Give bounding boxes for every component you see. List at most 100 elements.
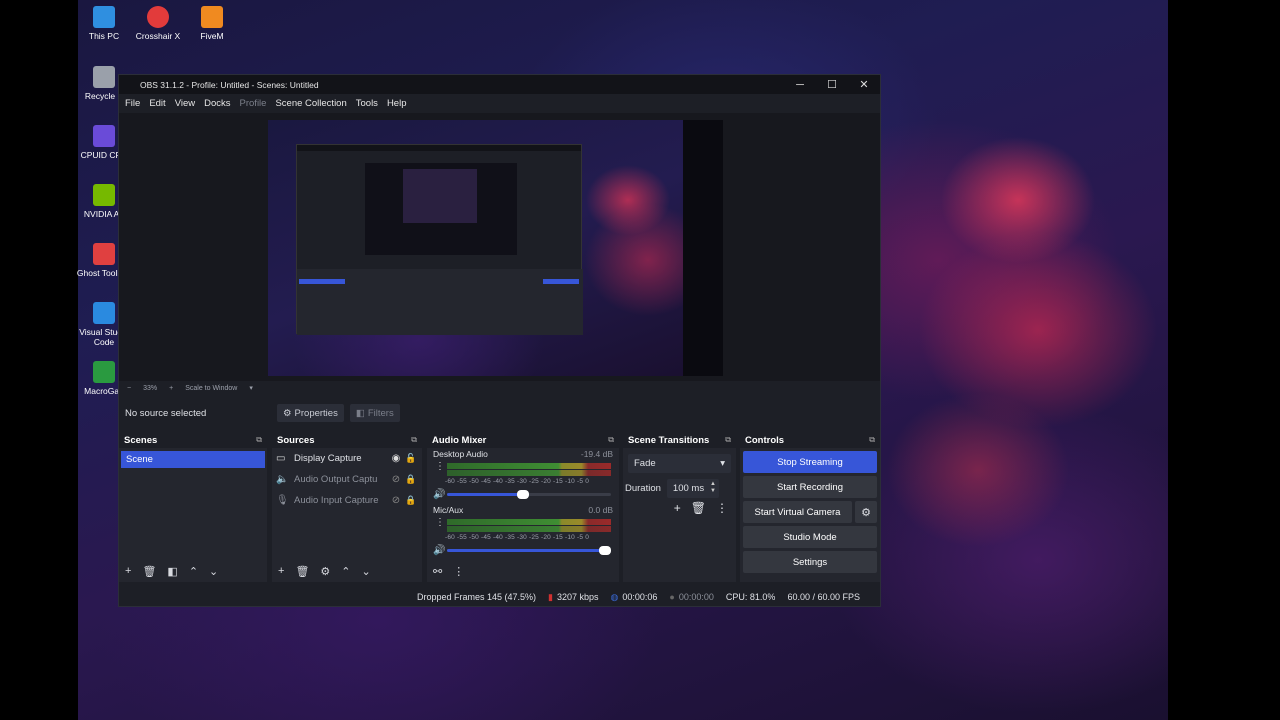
speaker-icon[interactable]: 🔊 — [433, 545, 445, 556]
add-icon[interactable]: + — [278, 565, 284, 577]
menu-edit[interactable]: Edit — [149, 98, 165, 109]
eye-icon[interactable]: ◉ — [388, 453, 404, 464]
menu-tools[interactable]: Tools — [356, 98, 378, 109]
float-dock-icon[interactable]: ⧉ — [608, 435, 614, 445]
stop-streaming-button[interactable]: Stop Streaming — [743, 451, 877, 473]
eye-hidden-icon[interactable]: ⊘ — [388, 474, 404, 485]
close-button[interactable]: ✕ — [848, 75, 880, 94]
maximize-button[interactable]: ☐ — [816, 75, 848, 94]
volume-meter — [447, 463, 611, 469]
channel-name: Mic/Aux — [433, 505, 464, 515]
menu-docks[interactable]: Docks — [204, 98, 230, 109]
trash-icon[interactable]: 🗑 — [691, 501, 706, 515]
dock-title: Controls — [745, 434, 785, 446]
scenes-dock: Scenes ⧉ Scene + 🗑 ◧ ⌃ ⌄ — [119, 432, 267, 582]
add-icon[interactable]: + — [125, 565, 131, 577]
recycle-bin-icon — [93, 66, 115, 88]
scene-transitions-dock: Scene Transitions ⧉ Fade ▾ Duration 100 … — [623, 432, 736, 582]
more-options-icon[interactable]: ⋮ — [435, 461, 445, 472]
bitrate: 3207 kbps — [556, 592, 599, 602]
speaker-icon: 🔈 — [276, 474, 289, 485]
gear-icon[interactable]: ⚙ — [320, 565, 330, 578]
zoom-out-button[interactable]: − — [127, 385, 131, 392]
menu-help[interactable]: Help — [387, 98, 407, 109]
audio-mixer-dock: Audio Mixer ⧉ Desktop Audio -19.4 dB ⋮ -… — [427, 432, 619, 582]
float-dock-icon[interactable]: ⧉ — [725, 435, 731, 445]
nested-obs-capture — [296, 144, 583, 335]
settings-button[interactable]: Settings — [743, 551, 877, 573]
scene-item[interactable]: Scene — [121, 451, 265, 468]
start-recording-button[interactable]: Start Recording — [743, 476, 877, 498]
studio-mode-button[interactable]: Studio Mode — [743, 526, 877, 548]
more-options-icon[interactable]: ⋮ — [453, 565, 464, 578]
menu-file[interactable]: File — [125, 98, 140, 109]
stream-time: 00:00:06 — [622, 592, 658, 602]
mixer-channel-mic-aux: Mic/Aux 0.0 dB ⋮ -60 -55 -50 -45 -40 -35… — [427, 504, 619, 560]
scale-mode-dropdown[interactable]: Scale to Window — [185, 385, 237, 392]
desktop-icon-this-pc[interactable]: This PC — [74, 6, 134, 41]
chevron-down-icon[interactable]: ⌄ — [209, 565, 218, 578]
zoom-in-button[interactable]: + — [169, 385, 173, 392]
trash-icon[interactable]: 🗑 — [295, 565, 309, 578]
properties-button[interactable]: ⚙ Properties — [277, 404, 344, 422]
controls-dock: Controls ⧉ Stop Streaming Start Recordin… — [740, 432, 880, 582]
filter-icon[interactable]: ◧ — [167, 565, 177, 578]
add-icon[interactable]: + — [674, 501, 681, 515]
gear-icon: ⚙ — [283, 407, 292, 419]
title-bar[interactable]: OBS 31.1.2 - Profile: Untitled - Scenes:… — [119, 75, 880, 94]
nvidia-icon — [93, 184, 115, 206]
monitor-icon: ▭ — [276, 453, 286, 464]
properties-label: Properties — [294, 407, 338, 419]
volume-meter — [447, 470, 611, 476]
start-virtual-camera-button[interactable]: Start Virtual Camera — [743, 501, 852, 523]
menu-scene-collection[interactable]: Scene Collection — [275, 98, 346, 109]
preview-canvas[interactable] — [268, 120, 723, 376]
trash-icon[interactable]: 🗑 — [142, 565, 156, 578]
duration-input[interactable]: 100 ms ▲ ▼ — [666, 479, 719, 498]
chevron-up-icon[interactable]: ⌃ — [341, 565, 350, 578]
minimize-button[interactable]: ─ — [784, 75, 816, 94]
gear-icon[interactable]: ⚙ — [855, 501, 877, 523]
source-item-audio-output[interactable]: 🔈 Audio Output Captu ⊘ 🔒 — [272, 469, 422, 490]
mixer-dock-header: Audio Mixer ⧉ — [427, 432, 619, 448]
chevron-up-icon[interactable]: ⌃ — [189, 565, 198, 578]
volume-slider[interactable] — [447, 546, 611, 555]
source-item-display-capture[interactable]: ▭ Display Capture ◉ 🔓 — [272, 448, 422, 469]
more-options-icon[interactable]: ⋮ — [716, 501, 728, 515]
menu-profile[interactable]: Profile — [240, 98, 267, 109]
spinner-icon[interactable]: ▲ ▼ — [710, 481, 716, 495]
filters-button[interactable]: ◧ Filters — [349, 404, 400, 422]
screen: This PC Crosshair X FiveM Recycle B CPUI… — [0, 0, 1280, 720]
link-icon[interactable]: ⚯ — [433, 565, 442, 578]
source-item-audio-input[interactable]: 🎙 Audio Input Capture ⊘ 🔒 — [272, 490, 422, 511]
more-options-icon[interactable]: ⋮ — [435, 517, 445, 528]
desktop-icon-label: This PC — [88, 31, 120, 41]
dock-title: Scene Transitions — [628, 434, 710, 446]
chevron-down-icon[interactable]: ⌄ — [362, 565, 371, 578]
float-dock-icon[interactable]: ⧉ — [869, 435, 875, 445]
zoom-bar: − 33% + Scale to Window ▾ — [119, 382, 880, 394]
source-name: Display Capture — [294, 453, 362, 464]
float-dock-icon[interactable]: ⧉ — [411, 435, 417, 445]
speaker-icon[interactable]: 🔊 — [433, 489, 445, 500]
preview-area[interactable] — [119, 113, 880, 381]
preview-capture-image — [268, 120, 683, 376]
unlock-icon[interactable]: 🔓 — [404, 453, 418, 464]
no-source-label: No source selected — [125, 407, 207, 419]
float-dock-icon[interactable]: ⧉ — [256, 435, 262, 445]
desktop-icon-fivem[interactable]: FiveM — [182, 6, 242, 41]
window-title: OBS 31.1.2 - Profile: Untitled - Scenes:… — [140, 79, 319, 90]
lock-icon[interactable]: 🔒 — [404, 495, 418, 506]
desktop-icon-crosshair[interactable]: Crosshair X — [128, 6, 188, 41]
eye-hidden-icon[interactable]: ⊘ — [388, 495, 404, 506]
volume-meter — [447, 519, 611, 525]
transition-select[interactable]: Fade ▾ — [628, 454, 731, 473]
menu-view[interactable]: View — [175, 98, 195, 109]
mixer-channel-desktop-audio: Desktop Audio -19.4 dB ⋮ -60 -55 -50 -45… — [427, 448, 619, 504]
status-bar: Dropped Frames 145 (47.5%) ▮ 3207 kbps ◍… — [119, 587, 880, 607]
meter-ticks: -60 -55 -50 -45 -40 -35 -30 -25 -20 -15 … — [445, 534, 590, 541]
lock-icon[interactable]: 🔒 — [404, 474, 418, 485]
chevron-down-icon[interactable]: ▾ — [249, 384, 253, 392]
volume-meter — [447, 526, 611, 532]
volume-slider[interactable] — [447, 490, 611, 499]
